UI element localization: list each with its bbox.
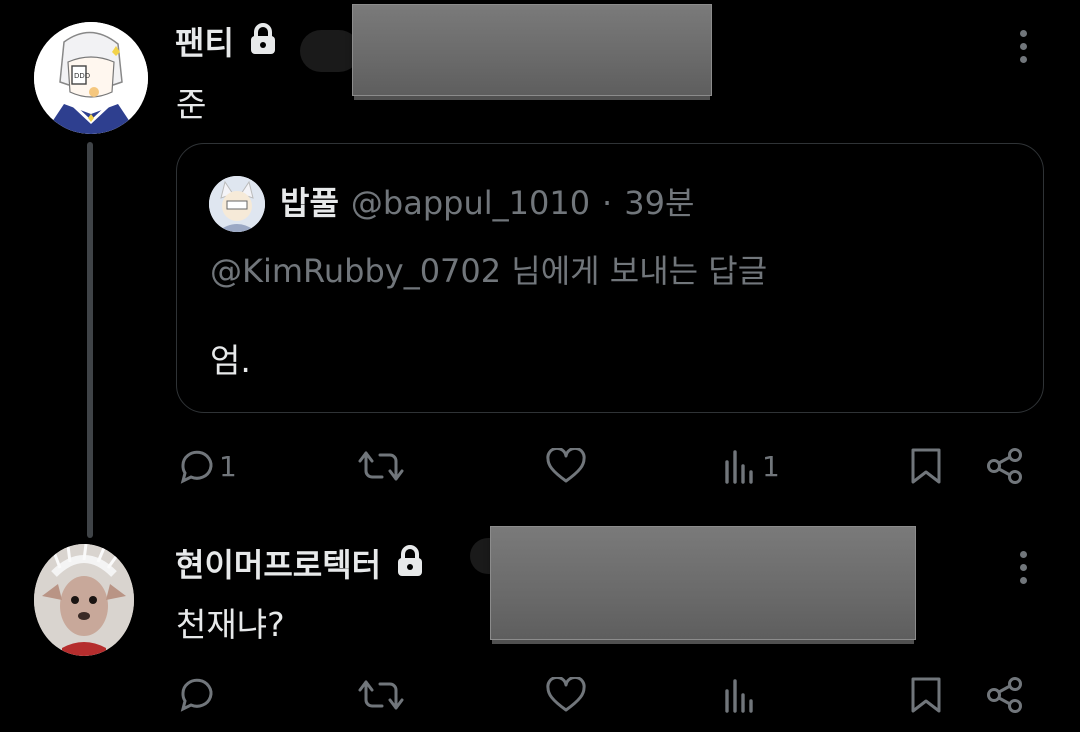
post1-author-name[interactable]: 팬티 (175, 18, 234, 64)
anime-girl-avatar-image: DDD (34, 22, 148, 134)
post1-share-button[interactable] (986, 447, 1024, 485)
bookmark-icon (911, 677, 941, 713)
post2-share-button[interactable] (986, 676, 1024, 714)
post1-views-count: 1 (762, 449, 780, 483)
quote-text: 엄. (210, 341, 251, 380)
like-icon (546, 677, 586, 712)
post1-more-icon[interactable] (1020, 30, 1028, 69)
retweet-icon (358, 451, 404, 481)
avatar-hyunimer[interactable] (34, 544, 134, 656)
quote-author-handle[interactable]: @bappul_1010 (351, 184, 590, 222)
svg-text:DDD: DDD (74, 72, 90, 80)
post1-reply-button[interactable]: 1 (177, 447, 237, 485)
like-icon (546, 448, 586, 483)
post1-bookmark-button[interactable] (910, 447, 942, 485)
post2-author-name[interactable]: 현이머프로텍터 (175, 540, 381, 586)
quote-author-name[interactable]: 밥풀 (280, 178, 339, 224)
post2-text: 천재냐? (176, 605, 285, 644)
share-icon (987, 448, 1022, 484)
bookmark-icon (911, 448, 941, 484)
post1-redaction-block (352, 4, 712, 96)
post1-reply-count: 1 (219, 449, 237, 483)
post2-redaction-block (490, 526, 916, 640)
cat-ear-avatar-image (209, 176, 265, 232)
lock-icon (395, 545, 425, 581)
post2-views-button[interactable] (724, 677, 758, 713)
share-icon (987, 677, 1022, 713)
post2-header: 현이머프로텍터 (175, 540, 425, 586)
post1-text: 준 (176, 85, 207, 124)
hairless-dog-avatar-image (34, 544, 134, 656)
post1-retweet-button[interactable] (358, 449, 404, 483)
avatar-bappul[interactable] (209, 176, 265, 232)
post2-retweet-button[interactable] (358, 678, 404, 712)
retweet-icon (358, 680, 404, 710)
quote-separator: · (602, 184, 613, 222)
post1-redacted-handle (300, 30, 360, 72)
reply-icon (180, 678, 213, 712)
views-icon (725, 679, 753, 713)
post1-like-button[interactable] (546, 448, 586, 484)
reply-icon (180, 450, 213, 484)
quote-reply-to[interactable]: @KimRubby_0702 님에게 보내는 답글 (210, 246, 767, 292)
post2-more-icon[interactable] (1020, 551, 1028, 590)
views-icon (725, 450, 753, 484)
post2-reply-button[interactable] (177, 675, 217, 713)
post2-bookmark-button[interactable] (910, 676, 942, 714)
post2-like-button[interactable] (546, 677, 586, 713)
post1-header: 팬티 (175, 18, 278, 64)
lock-icon (248, 23, 278, 59)
quote-header: 밥풀 @bappul_1010 · 39분 (280, 178, 694, 224)
quote-timestamp[interactable]: 39분 (624, 178, 694, 224)
post1-views-button[interactable]: 1 (724, 448, 780, 484)
avatar-panti[interactable]: DDD (34, 22, 148, 134)
thread-connector-line (87, 142, 93, 538)
